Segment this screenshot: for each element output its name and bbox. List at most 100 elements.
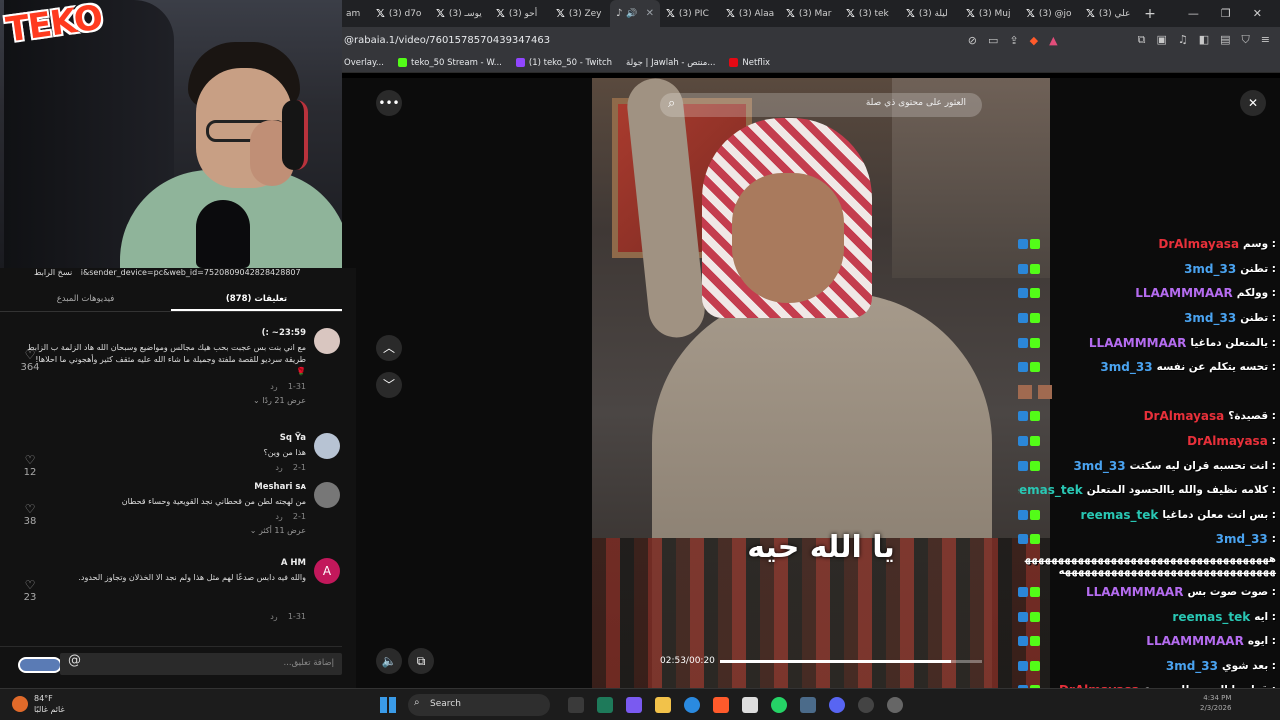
close-video-button[interactable]: ✕: [1240, 90, 1266, 116]
bookmark-item[interactable]: (1) teko_50 - Twitch: [515, 58, 612, 68]
no-tracking-icon[interactable]: ⊘: [968, 34, 977, 47]
restore-icon[interactable]: ❐: [1221, 7, 1231, 20]
whatsapp-icon[interactable]: [771, 697, 787, 713]
weather-icon[interactable]: [12, 696, 28, 712]
obs-icon[interactable]: [858, 697, 874, 713]
tab-creator-videos[interactable]: فيديوهات المبدع: [0, 286, 171, 311]
reply-button[interactable]: رد: [275, 512, 282, 521]
browser-tab[interactable]: 𝕏 (3) Mar: [780, 0, 840, 27]
chat-username[interactable]: reemas_tek: [1172, 610, 1250, 624]
url-text[interactable]: @rabaia.1/video/7601578570439347463: [344, 35, 550, 46]
related-search-box[interactable]: العثور على محتوى ذي صلة: [660, 93, 982, 117]
comment-avatar[interactable]: [314, 433, 340, 459]
browser-tab[interactable]: am: [340, 0, 370, 27]
browser-tab[interactable]: 𝕏 (3) أحو: [490, 0, 550, 27]
comment-avatar[interactable]: A: [314, 558, 340, 584]
screen-icon[interactable]: ▭: [988, 34, 998, 47]
music-icon[interactable]: ♫: [1178, 33, 1188, 47]
app-icon[interactable]: [800, 697, 816, 713]
chat-username[interactable]: LLAAMMMAAR: [1086, 585, 1184, 599]
chat-username[interactable]: reemas_tek: [1081, 508, 1159, 522]
chat-username[interactable]: DrAlmayasa: [1144, 409, 1225, 423]
browser-tab[interactable]: 𝕏 (3) Zey: [550, 0, 610, 27]
reply-button[interactable]: رد: [270, 612, 277, 621]
miniplayer-icon[interactable]: ⧉: [408, 648, 434, 674]
like-button[interactable]: ♡ 12: [18, 453, 42, 478]
comment-username[interactable]: A HM: [281, 558, 306, 568]
add-comment-input[interactable]: إضافة تعليق...: [60, 653, 342, 675]
close-tab-icon[interactable]: ✕: [646, 8, 654, 19]
chat-username[interactable]: DrAlmayasa: [1187, 434, 1268, 448]
comment-username[interactable]: Meshari sᴀ: [254, 482, 306, 492]
brave-icon[interactable]: [713, 697, 729, 713]
share-icon[interactable]: ⇪: [1009, 34, 1018, 47]
previous-video-button[interactable]: ︿: [376, 335, 402, 361]
system-clock[interactable]: 4:34 PM 2/3/2026: [1200, 693, 1231, 713]
comment-avatar[interactable]: [314, 328, 340, 354]
folder-icon[interactable]: [655, 697, 671, 713]
comment-username[interactable]: Sq Ÿa: [280, 433, 306, 443]
store-icon[interactable]: [742, 697, 758, 713]
browser-tab[interactable]: 𝕏 (3) PIC: [660, 0, 720, 27]
browser-tab[interactable]: 𝕏 (3) Muj: [960, 0, 1020, 27]
comment-username[interactable]: 23:59~ :): [262, 328, 306, 338]
browser-tab[interactable]: 𝕏 (3) d7o: [370, 0, 430, 27]
browser-tab[interactable]: 𝕏 (3) @jo: [1020, 0, 1080, 27]
discord-icon[interactable]: [829, 697, 845, 713]
wallet-icon[interactable]: ▤: [1220, 33, 1230, 47]
taskbar-search[interactable]: Search: [408, 694, 550, 716]
windows-start-icon[interactable]: [380, 697, 396, 713]
video-progress-bar[interactable]: [720, 660, 982, 663]
browser-tab[interactable]: 𝕏 (3) Alaa: [720, 0, 780, 27]
video-player[interactable]: [592, 78, 1050, 688]
browser-tab[interactable]: 𝕏 (3) ليلة: [900, 0, 960, 27]
chat-username[interactable]: 3md_33: [1166, 659, 1218, 673]
copilot-icon[interactable]: [626, 697, 642, 713]
minimize-icon[interactable]: —: [1188, 7, 1199, 20]
chat-username[interactable]: 3md_33: [1184, 262, 1236, 276]
mention-icon[interactable]: @: [68, 653, 81, 668]
chat-username[interactable]: LLAAMMMAAR: [1089, 336, 1187, 350]
comment-avatar[interactable]: [314, 482, 340, 508]
chat-username[interactable]: 3md_33: [1184, 311, 1236, 325]
chat-username[interactable]: reemas_tek: [1018, 483, 1083, 497]
browser-tab[interactable]: 𝕏 (3) يوسـ: [430, 0, 490, 27]
browser-tab[interactable]: 𝕏 (3) tek: [840, 0, 900, 27]
brave-shield-icon[interactable]: ◆: [1030, 34, 1038, 47]
reply-button[interactable]: رد: [275, 463, 282, 472]
capture-icon[interactable]: ▣: [1156, 33, 1166, 47]
like-button[interactable]: ♡ 23: [18, 578, 42, 603]
edge-icon[interactable]: [684, 697, 700, 713]
emoji-toggle-icon[interactable]: [18, 657, 62, 673]
like-button[interactable]: ♡ 38: [18, 502, 42, 527]
copy-link-label[interactable]: نسخ الرابط: [34, 268, 72, 277]
view-replies-button[interactable]: عرض 21 ردًا ⌄: [253, 396, 306, 405]
settings-icon[interactable]: [887, 697, 903, 713]
bookmark-item[interactable]: teko_50 Stream - W...: [397, 58, 502, 68]
rewards-icon[interactable]: ▲: [1049, 34, 1057, 47]
chat-username[interactable]: 3md_33: [1216, 532, 1268, 546]
vpn-icon[interactable]: ⛉: [1242, 33, 1250, 47]
browser-tab[interactable]: 𝕏 (3) علي: [1080, 0, 1140, 27]
address-bar[interactable]: @rabaia.1/video/7601578570439347463 ⊘ ▭ …: [340, 27, 1280, 53]
file-explorer-icon[interactable]: [568, 697, 584, 713]
reply-button[interactable]: رد: [270, 382, 277, 391]
view-replies-button[interactable]: عرض 11 أكثر ⌄: [250, 526, 306, 535]
bookmark-item[interactable]: Netflix: [729, 58, 770, 68]
new-tab-button[interactable]: +: [1140, 6, 1160, 22]
next-video-button[interactable]: ﹀: [376, 372, 402, 398]
extensions-icon[interactable]: ⧉: [1138, 33, 1146, 47]
app-icon[interactable]: [597, 697, 613, 713]
weather-widget[interactable]: 84°F غائم غالبًا: [34, 693, 65, 715]
chat-username[interactable]: 3md_33: [1073, 459, 1125, 473]
bookmark-item[interactable]: Overlay...: [344, 58, 384, 68]
bookmark-item[interactable]: جولة | Jawlah - منتص...: [626, 58, 715, 68]
volume-icon[interactable]: 🔈: [376, 648, 402, 674]
menu-icon[interactable]: ≡: [1261, 33, 1270, 47]
browser-tab-active[interactable]: ♪ 🔊 ✕: [610, 0, 660, 27]
tab-comments[interactable]: تعليقات (878): [171, 286, 342, 311]
chat-username[interactable]: LLAAMMMAAR: [1146, 634, 1244, 648]
close-window-icon[interactable]: ✕: [1253, 7, 1262, 20]
chat-username[interactable]: DrAlmayasa: [1158, 237, 1239, 251]
chat-username[interactable]: LLAAMMMAAR: [1135, 286, 1233, 300]
